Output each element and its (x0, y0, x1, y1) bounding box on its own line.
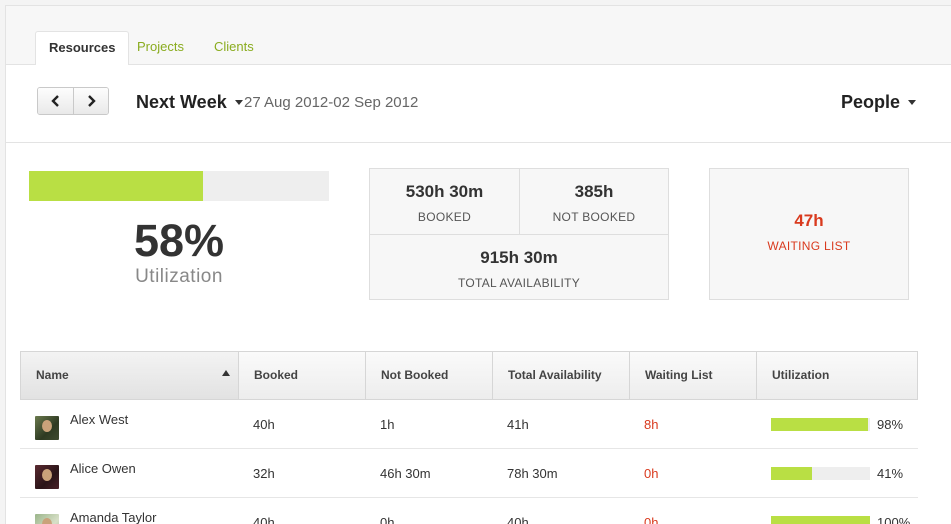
booking-stats: 530h 30m BOOKED 385h NOT BOOKED 915h 30m… (369, 168, 669, 300)
column-label: Booked (254, 368, 299, 382)
utilization-cell: 100% (756, 514, 916, 524)
table-header: Name Booked Not Booked Total Availabilit… (20, 351, 918, 400)
row-utilization-bar (771, 418, 870, 432)
person-name[interactable]: Alex West (70, 412, 128, 427)
column-utilization[interactable]: Utilization (757, 352, 917, 399)
name-cell: Amanda Taylor (20, 498, 238, 524)
total-cell: 41h (507, 416, 529, 432)
chevron-left-icon (50, 95, 59, 107)
name-cell: Alex West (20, 400, 238, 448)
caret-down-icon (234, 100, 243, 105)
not-booked-cell: 0h (380, 514, 395, 524)
resources-table: Name Booked Not Booked Total Availabilit… (20, 351, 918, 524)
utilization-bar-fill (29, 171, 203, 201)
column-booked[interactable]: Booked (239, 352, 366, 399)
utilization-label: Utilization (135, 266, 223, 287)
row-utilization-bar (771, 516, 870, 524)
total-value: 915h 30m (480, 248, 558, 267)
booked-cell: 32h (253, 465, 275, 481)
utilization-percent: 58% (133, 215, 225, 266)
avatar (35, 416, 59, 440)
waiting-list-stat: 47h WAITING LIST (709, 168, 909, 300)
chevron-right-icon (88, 95, 96, 107)
not-booked-value: 385h (574, 182, 614, 201)
table-row[interactable]: Alice Owen 32h 46h 30m 78h 30m 0h 41% (20, 449, 918, 498)
row-utilization-percent: 100% (877, 515, 911, 524)
waiting-label: WAITING LIST (767, 239, 851, 253)
period-label: Next Week (136, 92, 227, 112)
tab-resources[interactable]: Resources (35, 31, 130, 66)
row-utilization-percent: 98% (877, 417, 904, 433)
row-utilization-fill (771, 418, 869, 432)
not-booked-cell: 46h 30m (380, 465, 431, 481)
next-week-button[interactable] (73, 88, 108, 114)
date-range: 27 Aug 2012-02 Sep 2012 (244, 94, 419, 111)
column-label: Not Booked (381, 368, 449, 382)
booked-cell: 40h (253, 416, 275, 432)
date-toolbar: Next Week 27 Aug 2012-02 Sep 2012 People (6, 65, 951, 143)
total-availability-stat: 915h 30m TOTAL AVAILABILITY (370, 248, 668, 290)
tab-clients[interactable]: Clients (201, 31, 267, 65)
tab-bar: Resources Projects Clients (6, 6, 951, 66)
booked-value: 530h 30m (405, 182, 484, 201)
avatar (35, 514, 59, 524)
column-name[interactable]: Name (21, 352, 239, 399)
prev-week-button[interactable] (38, 88, 73, 114)
booked-cell: 40h (253, 514, 275, 524)
waiting-cell: 8h (644, 416, 659, 432)
week-nav (37, 87, 109, 115)
utilization-cell: 98% (756, 416, 916, 432)
not-booked-cell: 1h (380, 416, 395, 432)
waiting-cell: 0h (644, 514, 659, 524)
waiting-cell: 0h (644, 465, 659, 481)
person-name[interactable]: Amanda Taylor (70, 510, 156, 524)
tab-projects[interactable]: Projects (124, 31, 197, 65)
view-dropdown[interactable]: People (841, 92, 916, 113)
total-label: TOTAL AVAILABILITY (457, 276, 581, 290)
row-utilization-percent: 41% (877, 466, 904, 482)
caret-down-icon (908, 100, 916, 105)
column-not-booked[interactable]: Not Booked (366, 352, 493, 399)
row-utilization-fill (771, 516, 870, 524)
column-label: Utilization (772, 368, 830, 382)
column-total-availability[interactable]: Total Availability (493, 352, 630, 399)
booked-label: BOOKED (417, 210, 472, 224)
avatar (35, 465, 59, 489)
total-cell: 78h 30m (507, 465, 558, 481)
row-utilization-bar (771, 467, 870, 481)
utilization-bar (29, 171, 329, 201)
person-name[interactable]: Alice Owen (70, 461, 136, 476)
name-cell: Alice Owen (20, 449, 238, 497)
divider (370, 234, 668, 235)
booked-stat: 530h 30m BOOKED (370, 182, 519, 224)
sort-ascending-icon (222, 370, 230, 376)
period-dropdown[interactable]: Next Week (136, 92, 243, 113)
waiting-value: 47h (794, 211, 824, 230)
column-label: Total Availability (508, 368, 602, 382)
column-waiting-list[interactable]: Waiting List (630, 352, 757, 399)
view-label: People (840, 92, 900, 112)
column-label: Name (36, 368, 69, 382)
table-row[interactable]: Alex West 40h 1h 41h 8h 98% (20, 400, 918, 449)
utilization-cell: 41% (756, 465, 916, 481)
not-booked-label: NOT BOOKED (552, 210, 636, 224)
column-label: Waiting List (645, 368, 713, 382)
not-booked-stat: 385h NOT BOOKED (520, 182, 668, 224)
total-cell: 40h (507, 514, 529, 524)
table-row[interactable]: Amanda Taylor 40h 0h 40h 0h 100% (20, 498, 918, 524)
row-utilization-fill (771, 467, 812, 481)
